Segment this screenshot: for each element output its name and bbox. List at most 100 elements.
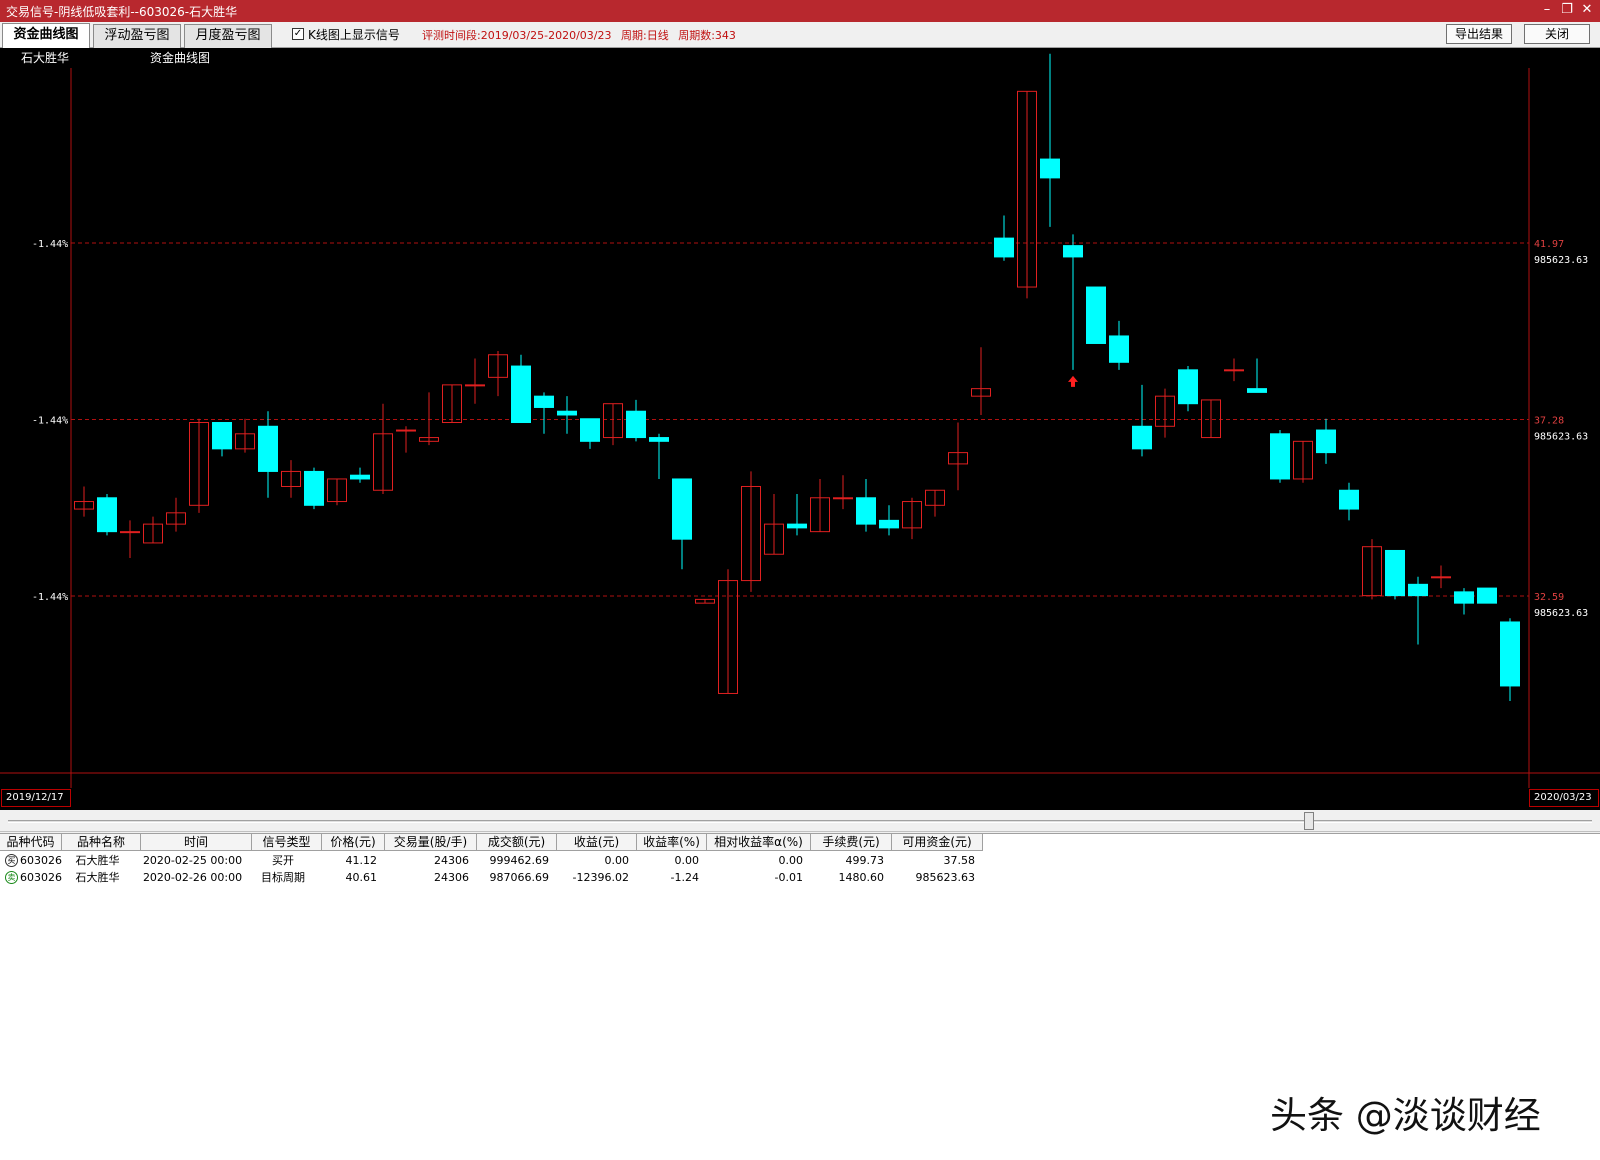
cell-profit: 0.00 (604, 854, 630, 867)
scroll-track[interactable] (8, 820, 1592, 823)
left-pct-label: -1.44% (32, 416, 68, 427)
show-signal-checkbox[interactable]: ✓ (292, 28, 304, 40)
restore-icon[interactable]: ❐ (1558, 1, 1576, 19)
right-fund-label: 985623.63 (1534, 608, 1588, 619)
column-header[interactable]: 交易量(股/手) (385, 834, 477, 851)
close-icon[interactable]: ✕ (1578, 1, 1596, 19)
title-bar: 交易信号-阴线低吸套利--603026-石大胜华 – ❐ ✕ (0, 0, 1600, 22)
column-header[interactable]: 可用资金(元) (892, 834, 983, 851)
cell-price: 41.12 (345, 854, 378, 867)
table-row[interactable]: 卖 603026 石大胜华 2020-02-26 00:00 目标周期 40.61 2430… (0, 869, 985, 886)
candle-down (1109, 335, 1129, 363)
cell-amount: 999462.69 (489, 854, 550, 867)
right-price-label: 32.59 (1534, 592, 1564, 603)
buy-signal-arrow (1068, 375, 1078, 387)
cell-time: 2020-02-26 00:00 (142, 871, 243, 884)
eval-info: 评测时间段:2019/03/25-2020/03/23 周期:日线 周期数:34… (422, 27, 742, 43)
kline-chart[interactable]: -1.44% 41.97 985623.63 -1.44% 37.28 985623.63… (0, 48, 1600, 810)
candle-down (97, 497, 117, 533)
candle-down (1178, 369, 1198, 405)
candle-down (511, 365, 531, 424)
column-header[interactable]: 成交额(元) (477, 834, 557, 851)
watermark: 头条 @淡谈财经 (1270, 1094, 1541, 1137)
candle-down (1385, 549, 1405, 597)
cell-profit: -12396.02 (572, 871, 629, 884)
candle-up (1224, 369, 1244, 372)
candle-up (120, 531, 140, 534)
candle-down (856, 497, 876, 525)
cell-signal: 买开 (272, 854, 294, 867)
column-header[interactable]: 收益率(%) (637, 834, 707, 851)
candle-down (672, 478, 692, 540)
cell-alpha: -0.01 (774, 871, 803, 884)
candle-down (557, 410, 577, 416)
candle-down (787, 523, 807, 529)
candle-down (1500, 621, 1520, 687)
cell-cash: 37.58 (943, 854, 976, 867)
column-header[interactable]: 相对收益率α(%) (707, 834, 811, 851)
show-signal-label: K线图上显示信号 (308, 28, 400, 42)
column-header[interactable]: 手续费(元) (811, 834, 892, 851)
tab-floating-pnl[interactable]: 浮动盈亏图 (93, 24, 181, 48)
tab-fund-curve[interactable]: 资金曲线图 (2, 23, 90, 49)
cell-amount: 987066.69 (489, 871, 550, 884)
toolbar: 资金曲线图 浮动盈亏图 月度盈亏图 ✓ K线图上显示信号 评测时间段:2019/… (0, 22, 1600, 49)
minimize-icon[interactable]: – (1538, 1, 1556, 19)
right-price-label: 37.28 (1534, 416, 1564, 427)
cell-alpha: 0.00 (778, 854, 804, 867)
cell-fee: 499.73 (845, 854, 885, 867)
close-button[interactable]: 关闭 (1524, 24, 1590, 44)
sell-signal-icon: 卖 (5, 871, 18, 884)
candle-up (1431, 576, 1451, 579)
column-header[interactable]: 收益(元) (557, 834, 637, 851)
column-header[interactable]: 时间 (141, 834, 252, 851)
cell-volume: 24306 (434, 854, 469, 867)
cell-rate: -1.24 (670, 871, 699, 884)
cell-price: 40.61 (345, 871, 378, 884)
candle-down (1063, 245, 1083, 258)
right-fund-label: 985623.63 (1534, 255, 1588, 266)
candle-down (350, 474, 370, 480)
cell-code: 603026 (20, 871, 62, 884)
chart-stock-name: 石大胜华 (21, 51, 70, 65)
cell-cash: 985623.63 (915, 871, 976, 884)
cell-fee: 1480.60 (838, 871, 885, 884)
export-button[interactable]: 导出结果 (1446, 24, 1512, 44)
right-fund-label: 985623.63 (1534, 432, 1588, 443)
table-header: 品种代码 品种名称 时间 信号类型 价格(元) 交易量(股/手) 成交额(元) 收益(元) 收益… (0, 834, 985, 851)
end-date-label: 2020/03/23 (1529, 789, 1599, 807)
window-title: 交易信号-阴线低吸套利--603026-石大胜华 (6, 5, 238, 19)
tab-monthly-pnl[interactable]: 月度盈亏图 (184, 24, 272, 48)
chart-scrollbar[interactable] (0, 810, 1600, 832)
candle-down (212, 422, 232, 450)
column-header[interactable]: 信号类型 (252, 834, 322, 851)
candle-down (649, 437, 669, 442)
table-row[interactable]: 买 603026 石大胜华 2020-02-25 00:00 买开 41.12 24306 9… (0, 852, 985, 869)
candle-down (1316, 429, 1336, 454)
candle-down (304, 470, 324, 506)
left-pct-label: -1.44% (32, 592, 68, 603)
candle-down (1339, 489, 1359, 510)
candle-down (580, 418, 600, 442)
candle-down (1247, 388, 1267, 393)
app-window: 交易信号-阴线低吸套利--603026-石大胜华 – ❐ ✕ 资金曲线图 浮动盈… (0, 0, 1600, 1160)
candle-down (994, 237, 1014, 258)
candle-down (1454, 591, 1474, 604)
eval-cycle: 周期:日线 (620, 29, 669, 42)
scroll-thumb[interactable] (1304, 812, 1314, 830)
column-header[interactable]: 品种名称 (62, 834, 141, 851)
cell-volume: 24306 (434, 871, 469, 884)
candle-down (258, 425, 278, 472)
eval-cycle-count: 周期数:343 (678, 29, 736, 42)
eval-period: 评测时间段:2019/03/25-2020/03/23 (422, 29, 612, 42)
candle-down (1408, 583, 1428, 597)
cell-signal: 目标周期 (261, 871, 305, 884)
column-header[interactable]: 价格(元) (322, 834, 385, 851)
candle-down (626, 410, 646, 439)
candle-down (879, 519, 899, 529)
right-price-label: 41.97 (1534, 239, 1564, 250)
column-header[interactable]: 品种代码 (0, 834, 62, 851)
candle-up (833, 497, 853, 500)
kline-svg: -1.44% 41.97 985623.63 -1.44% 37.28 985623.63… (0, 53, 1600, 788)
candle-down (1086, 286, 1106, 344)
